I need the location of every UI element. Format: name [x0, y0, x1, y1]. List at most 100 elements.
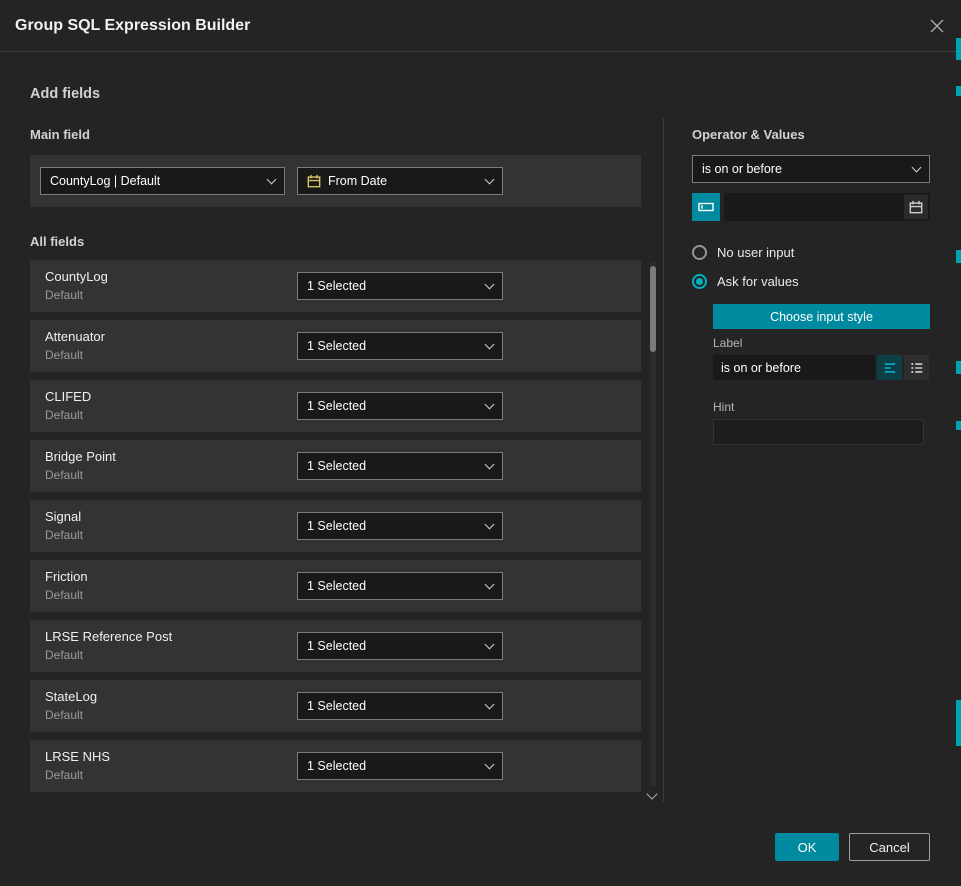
- field-selected-dropdown[interactable]: 1 Selected: [297, 752, 503, 780]
- field-sublabel: Default: [45, 288, 83, 302]
- field-selected-dropdown[interactable]: 1 Selected: [297, 452, 503, 480]
- radio-label: No user input: [717, 245, 794, 260]
- value-input-wrap: [724, 193, 930, 221]
- section-divider: [663, 118, 664, 802]
- dropdown-value: 1 Selected: [307, 459, 366, 473]
- chevron-down-icon: [912, 163, 922, 173]
- ask-for-values-radio[interactable]: Ask for values: [692, 274, 799, 289]
- field-name: CountyLog: [45, 269, 108, 284]
- chevron-down-icon: [485, 400, 495, 410]
- operator-values-heading: Operator & Values: [692, 127, 805, 142]
- dropdown-value: From Date: [328, 174, 387, 188]
- field-selected-dropdown[interactable]: 1 Selected: [297, 512, 503, 540]
- field-row: Bridge Point Default 1 Selected: [30, 440, 641, 492]
- hint-input[interactable]: [713, 419, 924, 445]
- field-selected-dropdown[interactable]: 1 Selected: [297, 272, 503, 300]
- field-name: LRSE NHS: [45, 749, 110, 764]
- dropdown-value: 1 Selected: [307, 399, 366, 413]
- dropdown-value: 1 Selected: [307, 759, 366, 773]
- dropdown-value: is on or before: [702, 162, 782, 176]
- add-fields-heading: Add fields: [30, 86, 100, 102]
- field-sublabel: Default: [45, 708, 83, 722]
- chevron-down-icon: [485, 460, 495, 470]
- field-sublabel: Default: [45, 348, 83, 362]
- no-user-input-radio[interactable]: No user input: [692, 245, 794, 260]
- field-sublabel: Default: [45, 468, 83, 482]
- radio-icon: [692, 245, 707, 260]
- chevron-down-icon: [485, 760, 495, 770]
- calendar-icon: [307, 174, 321, 188]
- scrollbar-thumb[interactable]: [650, 266, 656, 352]
- input-box-icon: [698, 199, 714, 215]
- dropdown-value: 1 Selected: [307, 579, 366, 593]
- chevron-down-icon: [485, 280, 495, 290]
- chevron-down-icon: [485, 340, 495, 350]
- label-style-text-button[interactable]: [877, 355, 902, 380]
- edge-artifact: [956, 86, 961, 96]
- field-name: Attenuator: [45, 329, 105, 344]
- dropdown-value: CountyLog | Default: [50, 174, 160, 188]
- field-row: LRSE Reference Post Default 1 Selected: [30, 620, 641, 672]
- hint-field-label: Hint: [713, 400, 734, 414]
- main-field-field-dropdown[interactable]: From Date: [297, 167, 503, 195]
- field-name: StateLog: [45, 689, 97, 704]
- dialog-header: Group SQL Expression Builder: [0, 0, 961, 52]
- dialog-title: Group SQL Expression Builder: [15, 0, 250, 52]
- ok-button[interactable]: OK: [775, 833, 839, 861]
- edge-artifact: [956, 361, 961, 374]
- chevron-down-icon: [267, 175, 277, 185]
- label-style-list-button[interactable]: [904, 355, 929, 380]
- chevron-down-icon: [485, 580, 495, 590]
- edge-artifact: [956, 700, 961, 746]
- value-input[interactable]: [724, 193, 930, 221]
- all-fields-heading: All fields: [30, 234, 84, 249]
- align-left-icon: [883, 361, 897, 375]
- edge-artifact: [956, 421, 961, 430]
- radio-label: Ask for values: [717, 274, 799, 289]
- choose-input-style-button[interactable]: Choose input style: [713, 304, 930, 329]
- field-name: Signal: [45, 509, 81, 524]
- field-selected-dropdown[interactable]: 1 Selected: [297, 392, 503, 420]
- field-row: Friction Default 1 Selected: [30, 560, 641, 612]
- field-sublabel: Default: [45, 648, 83, 662]
- scroll-down-icon[interactable]: [646, 788, 657, 799]
- dropdown-value: 1 Selected: [307, 639, 366, 653]
- edge-artifact: [956, 250, 961, 263]
- chevron-down-icon: [485, 175, 495, 185]
- dropdown-value: 1 Selected: [307, 279, 366, 293]
- operator-dropdown[interactable]: is on or before: [692, 155, 930, 183]
- field-sublabel: Default: [45, 408, 83, 422]
- cancel-button[interactable]: Cancel: [849, 833, 930, 861]
- field-name: CLIFED: [45, 389, 91, 404]
- all-fields-list: CountyLog Default 1 Selected Attenuator …: [30, 260, 641, 800]
- chevron-down-icon: [485, 700, 495, 710]
- dropdown-value: 1 Selected: [307, 699, 366, 713]
- chevron-down-icon: [485, 520, 495, 530]
- set-value-button[interactable]: [692, 193, 720, 221]
- main-field-panel: CountyLog | Default From Date: [30, 155, 641, 207]
- chevron-down-icon: [485, 640, 495, 650]
- label-field-label: Label: [713, 336, 742, 350]
- main-field-heading: Main field: [30, 127, 90, 142]
- bullet-list-icon: [910, 361, 924, 375]
- label-input[interactable]: [713, 355, 875, 380]
- field-selected-dropdown[interactable]: 1 Selected: [297, 632, 503, 660]
- calendar-icon: [909, 200, 923, 214]
- dropdown-value: 1 Selected: [307, 339, 366, 353]
- field-sublabel: Default: [45, 768, 83, 782]
- edge-artifact: [956, 38, 961, 60]
- field-row: StateLog Default 1 Selected: [30, 680, 641, 732]
- calendar-picker-button[interactable]: [904, 195, 928, 219]
- field-sublabel: Default: [45, 528, 83, 542]
- field-name: Bridge Point: [45, 449, 116, 464]
- close-button[interactable]: [926, 15, 948, 37]
- radio-selected-icon: [692, 274, 707, 289]
- field-row: Signal Default 1 Selected: [30, 500, 641, 552]
- field-row: CountyLog Default 1 Selected: [30, 260, 641, 312]
- field-selected-dropdown[interactable]: 1 Selected: [297, 692, 503, 720]
- field-selected-dropdown[interactable]: 1 Selected: [297, 572, 503, 600]
- dropdown-value: 1 Selected: [307, 519, 366, 533]
- field-selected-dropdown[interactable]: 1 Selected: [297, 332, 503, 360]
- field-row: LRSE NHS Default 1 Selected: [30, 740, 641, 792]
- main-field-layer-dropdown[interactable]: CountyLog | Default: [40, 167, 285, 195]
